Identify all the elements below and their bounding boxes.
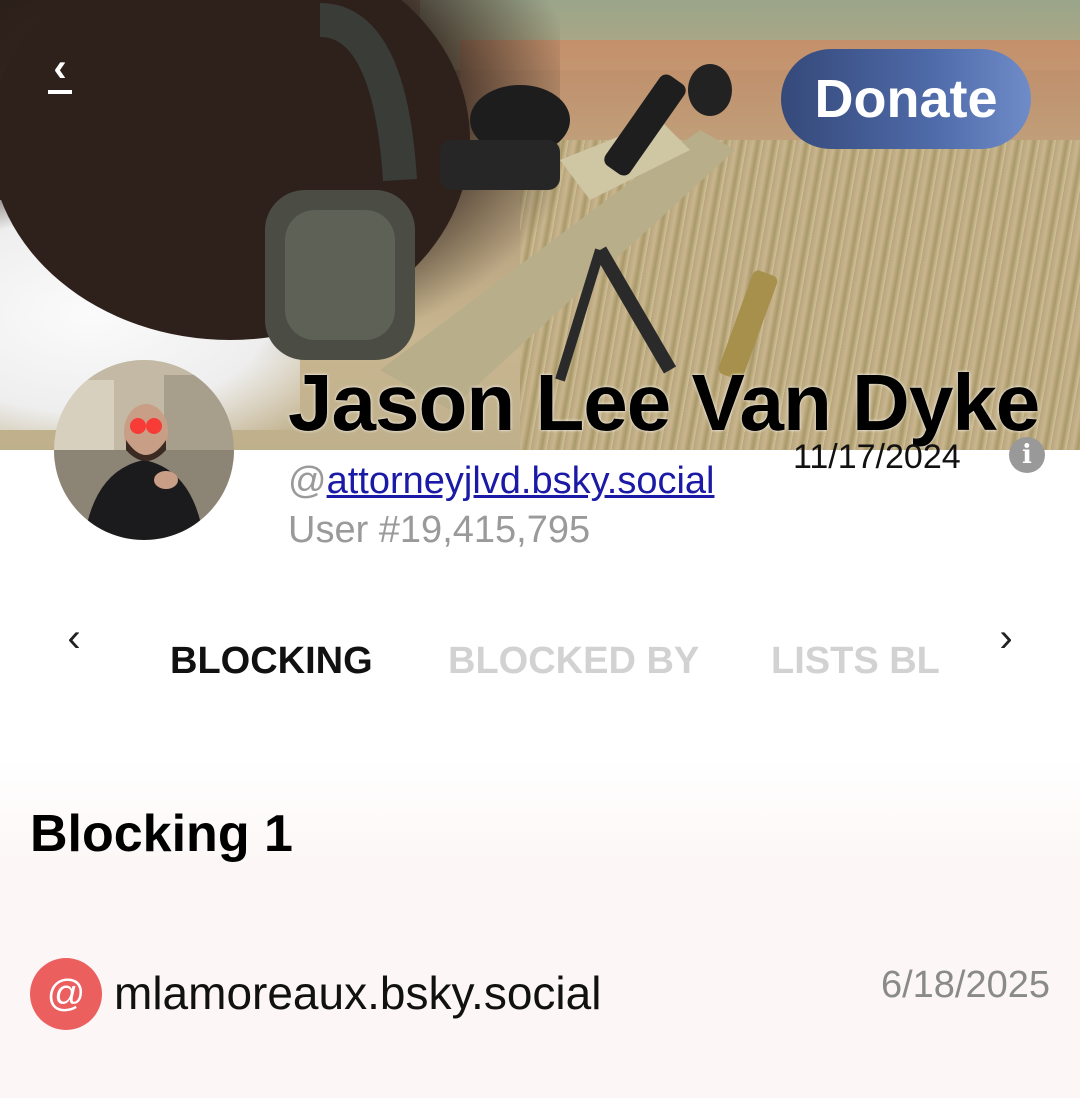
handle-link[interactable]: attorneyjlvd.bsky.social <box>327 460 715 502</box>
tabs-next-chevron-icon[interactable]: › <box>986 616 1026 660</box>
tabs-prev-chevron-icon[interactable]: ‹ <box>54 616 94 660</box>
back-underline <box>48 90 72 94</box>
handle-row: @attorneyjlvd.bsky.social <box>288 460 714 503</box>
block-date: 6/18/2025 <box>880 964 1050 1006</box>
tab-blocked-by[interactable]: BLOCKED BY <box>448 640 699 683</box>
tab-blocking[interactable]: BLOCKING <box>170 640 373 683</box>
back-button[interactable]: ‹ <box>40 44 80 100</box>
avatar <box>54 360 234 540</box>
blocking-section: Blocking 1 @ mlamoreaux.bsky.social 6/18… <box>0 760 1080 1098</box>
info-icon[interactable]: i <box>1009 437 1045 473</box>
section-title: Blocking 1 <box>30 805 293 863</box>
blocked-user-handle[interactable]: mlamoreaux.bsky.social <box>114 966 601 1020</box>
user-number: User #19,415,795 <box>288 509 591 551</box>
back-chevron-icon: ‹ <box>53 46 67 90</box>
tab-lists-blocking[interactable]: LISTS BL <box>771 640 940 683</box>
donate-button[interactable]: Donate <box>781 49 1031 149</box>
profile-page: ‹ Donate Jason Lee Van Dyke 11/17/2024 i… <box>0 0 1080 1098</box>
handle-prefix: @ <box>288 460 327 502</box>
joined-date: 11/17/2024 <box>793 438 961 476</box>
at-sign-icon: @ <box>30 958 102 1030</box>
list-item[interactable]: @ mlamoreaux.bsky.social 6/18/2025 <box>0 950 1080 1040</box>
display-name: Jason Lee Van Dyke <box>288 358 1040 447</box>
